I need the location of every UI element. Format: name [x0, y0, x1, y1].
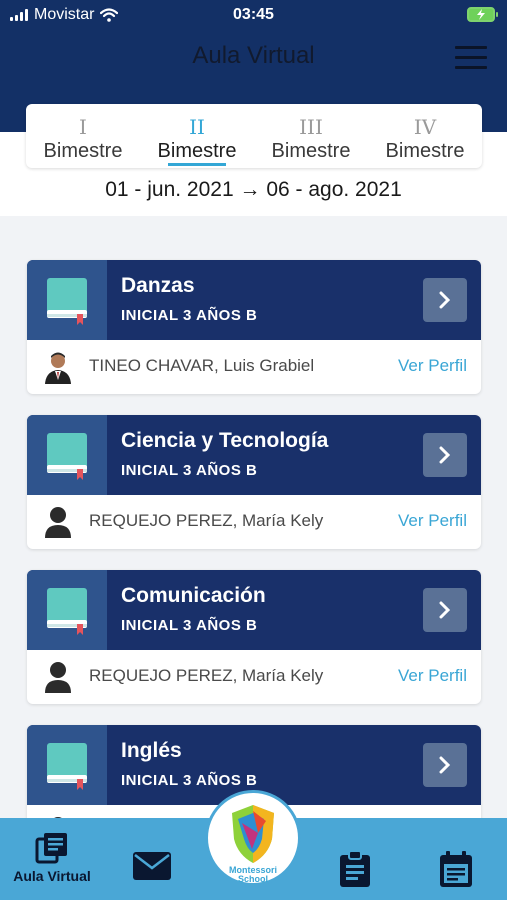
- book-icon: [27, 570, 107, 650]
- status-time: 03:45: [233, 6, 274, 23]
- book-list-icon: [35, 833, 67, 864]
- chevron-right-icon: [439, 446, 451, 464]
- course-grade: INICIAL 3 AÑOS B: [121, 772, 258, 789]
- teacher-name: REQUEJO PEREZ, María Kely: [89, 666, 324, 685]
- active-tab-indicator: [168, 163, 226, 166]
- mail-icon: [133, 852, 171, 880]
- person-icon: [45, 662, 71, 693]
- view-profile-link[interactable]: Ver Perfil: [398, 356, 467, 376]
- tab-roman: I: [79, 115, 87, 139]
- calendar-icon: [440, 851, 472, 887]
- chevron-right-icon: [439, 601, 451, 619]
- teacher-name: TINEO CHAVAR, Luis Grabiel: [89, 356, 315, 375]
- course-subject: Ciencia y Tecnología: [121, 429, 329, 452]
- chevron-right-icon: [439, 291, 451, 309]
- term-tabs: I Bimestre II Bimestre III Bimestre IV B…: [26, 104, 482, 168]
- course-subject: Inglés: [121, 739, 182, 762]
- teacher-row: REQUEJO PEREZ, María Kely Ver Perfil: [27, 650, 481, 704]
- course-card: Danzas INICIAL 3 AÑOS B TINEO CHAVAR, Lu…: [27, 260, 481, 394]
- teacher-row: TINEO CHAVAR, Luis Grabiel Ver Perfil: [27, 340, 481, 394]
- course-grade: INICIAL 3 AÑOS B: [121, 307, 258, 324]
- tab-bimestre-3[interactable]: III Bimestre: [254, 104, 368, 168]
- open-course-button[interactable]: [423, 588, 467, 632]
- tab-label: Bimestre: [271, 140, 351, 162]
- tab-label: Bimestre: [43, 140, 123, 162]
- tab-roman: III: [299, 115, 323, 139]
- tab-bimestre-2[interactable]: II Bimestre: [140, 104, 254, 168]
- course-subject: Danzas: [121, 274, 195, 297]
- course-subject: Comunicación: [121, 584, 266, 607]
- course-card: Comunicación INICIAL 3 AÑOS B REQUEJO PE…: [27, 570, 481, 704]
- book-icon: [27, 415, 107, 495]
- tab-roman: IV: [413, 115, 437, 139]
- montessori-school-logo: Montessori School: [229, 805, 277, 884]
- clipboard-icon: [340, 850, 370, 887]
- chevron-right-icon: [439, 756, 451, 774]
- nav-messages[interactable]: [132, 850, 172, 882]
- date-range: 01 - jun. 2021 → 06 - ago. 2021: [105, 178, 402, 201]
- person-icon: [45, 507, 71, 538]
- view-profile-link[interactable]: Ver Perfil: [398, 666, 467, 686]
- teacher-row: REQUEJO PEREZ, María Kely Ver Perfil: [27, 495, 481, 549]
- course-header[interactable]: Ciencia y Tecnología INICIAL 3 AÑOS B: [27, 415, 481, 495]
- course-header[interactable]: Danzas INICIAL 3 AÑOS B: [27, 260, 481, 340]
- teacher-name: REQUEJO PEREZ, María Kely: [89, 511, 324, 530]
- book-icon: [27, 260, 107, 340]
- nav-calendar[interactable]: [438, 850, 474, 888]
- open-course-button[interactable]: [423, 278, 467, 322]
- menu-icon[interactable]: [455, 46, 487, 69]
- teacher-photo: [43, 350, 73, 384]
- logo-text-2: School: [238, 874, 268, 883]
- tab-label: Bimestre: [385, 140, 465, 162]
- tab-bimestre-4[interactable]: IV Bimestre: [368, 104, 482, 168]
- tab-roman: II: [189, 115, 205, 139]
- course-card: Ciencia y Tecnología INICIAL 3 AÑOS B RE…: [27, 415, 481, 549]
- school-logo[interactable]: Montessori School: [205, 790, 301, 886]
- nav-label: Aula Virtual: [13, 868, 91, 884]
- tab-bimestre-1[interactable]: I Bimestre: [26, 104, 140, 168]
- nav-tasks[interactable]: [338, 850, 372, 888]
- course-grade: INICIAL 3 AÑOS B: [121, 462, 258, 479]
- course-header[interactable]: Comunicación INICIAL 3 AÑOS B: [27, 570, 481, 650]
- open-course-button[interactable]: [423, 433, 467, 477]
- status-bar: Movistar 03:45: [0, 0, 507, 30]
- view-profile-link[interactable]: Ver Perfil: [398, 511, 467, 531]
- course-grade: INICIAL 3 AÑOS B: [121, 617, 258, 634]
- battery-icon: [467, 7, 498, 22]
- nav-aula-virtual[interactable]: Aula Virtual: [4, 832, 100, 884]
- open-course-button[interactable]: [423, 743, 467, 787]
- page-title: Aula Virtual: [192, 42, 315, 69]
- book-icon: [27, 725, 107, 805]
- tab-label: Bimestre: [157, 140, 237, 162]
